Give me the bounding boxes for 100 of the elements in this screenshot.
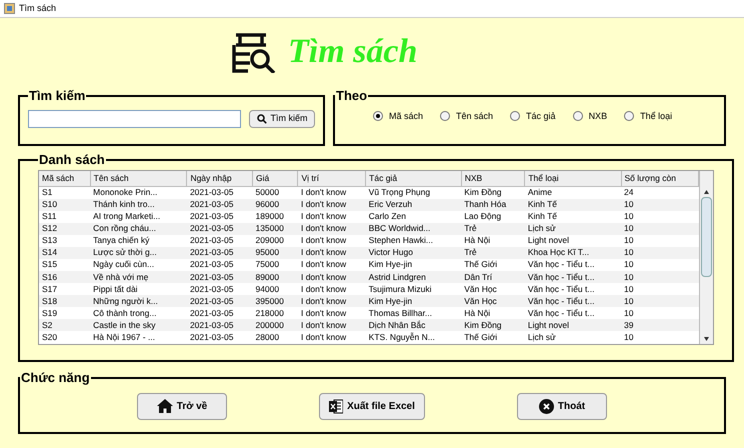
radio-option[interactable]: NXB: [572, 110, 608, 123]
table-cell: Trẻ: [461, 247, 525, 260]
table-cell: 89000: [252, 271, 298, 284]
table-cell: Kim Hye-jin: [366, 259, 462, 272]
column-header[interactable]: Vị trí: [298, 170, 366, 186]
table-cell: Mononoke Prin...: [90, 186, 187, 200]
table-cell: 209000: [252, 235, 298, 248]
table-cell: Văn học - Tiểu t...: [524, 307, 622, 320]
radio-option[interactable]: Tên sách: [440, 110, 494, 123]
column-header[interactable]: Tác giả: [366, 170, 462, 186]
scroll-thumb[interactable]: [701, 196, 712, 276]
table-cell: S18: [39, 295, 90, 308]
table-cell: Thánh kinh tro...: [90, 199, 187, 212]
table-cell: Dân Trí: [461, 271, 525, 284]
table-cell: I don't know: [298, 283, 366, 296]
column-header[interactable]: Số lượng còn: [621, 170, 698, 186]
table-cell: I don't know: [298, 235, 366, 248]
search-field[interactable]: [28, 110, 241, 128]
table-cell: Văn học - Tiểu t...: [524, 283, 622, 296]
group-title: Theo: [335, 87, 368, 105]
table-cell: 75000: [252, 259, 298, 272]
table-cell: 2021-03-05: [186, 235, 252, 248]
table-cell: S13: [39, 235, 90, 248]
exit-button[interactable]: Thoát: [517, 392, 607, 420]
table-cell: Lao Động: [461, 211, 525, 224]
export-button[interactable]: Xuất file Excel: [319, 392, 425, 420]
search-button[interactable]: Tìm kiếm: [249, 110, 315, 128]
table-cell: 2021-03-05: [186, 283, 252, 296]
table-cell: Light novel: [524, 235, 622, 248]
table-cell: AI trong Marketi...: [90, 211, 187, 224]
table-cell: Ngày cuối cùn...: [90, 259, 187, 272]
table-cell: 189000: [252, 211, 298, 224]
radio-option[interactable]: Thể loại: [624, 110, 672, 123]
table-cell: 2021-03-05: [186, 307, 252, 320]
table-cell-text: S20: [41, 331, 58, 344]
table-cell: S10: [39, 199, 90, 212]
table-cell: Anime: [524, 186, 622, 200]
spreadsheet-icon: [329, 398, 344, 414]
column-header[interactable]: Thể loại: [524, 170, 622, 186]
table-cell: Victor Hugo: [366, 247, 462, 260]
table-cell-text: KTS. Nguyễn N...: [368, 331, 436, 344]
table-cell: 10: [621, 295, 698, 308]
table-cell: 10: [621, 271, 698, 284]
table-cell: I don't know: [298, 247, 366, 260]
table-cell: 2021-03-05: [186, 211, 252, 224]
table-cell: 10: [621, 235, 698, 248]
table-cell: 135000: [252, 223, 298, 236]
back-button[interactable]: Trở về: [137, 392, 227, 420]
table-cell: I don't know: [298, 186, 366, 200]
table-cell: I don't know: [298, 307, 366, 320]
table-cell: 10: [621, 307, 698, 320]
radio-option[interactable]: Tác giả: [510, 110, 556, 123]
table-cell: 10: [621, 283, 698, 296]
table-cell: Trẻ: [461, 223, 525, 236]
table-cell: I don't know: [298, 199, 366, 212]
radio-option[interactable]: Mã sách: [373, 110, 424, 123]
table-cell: 10: [621, 199, 698, 212]
table-cell: 2021-03-05: [186, 259, 252, 272]
table-cell: S16: [39, 271, 90, 284]
window-title: Tìm sách: [19, 2, 56, 15]
column-header[interactable]: Tên sách: [90, 170, 187, 186]
table-cell: S12: [39, 223, 90, 236]
table-cell: 95000: [252, 247, 298, 260]
table-cell: 2021-03-05: [186, 186, 252, 200]
table-cell-text: Hà Nội 1967 - ...: [92, 331, 156, 344]
table-cell: 10: [621, 211, 698, 224]
table-cell: 39: [621, 319, 698, 332]
scrollbar[interactable]: [699, 170, 713, 344]
table-cell: Pippi tất dài: [90, 283, 187, 296]
column-header[interactable]: NXB: [461, 170, 525, 186]
column-header[interactable]: Ngày nhập: [186, 170, 252, 186]
table-cell: 2021-03-05: [186, 223, 252, 236]
table-cell: Văn Học: [461, 295, 525, 308]
table-cell-text: 28000: [254, 331, 280, 344]
column-header[interactable]: Mã sách: [39, 170, 90, 186]
table-cell: Stephen Hawki...: [366, 235, 462, 248]
table-cell: S14: [39, 247, 90, 260]
table-cell: Dịch Nhân Bắc: [366, 319, 462, 332]
table-cell: Kim Hye-jin: [366, 295, 462, 308]
table-cell: Văn học - Tiểu t...: [524, 295, 622, 308]
table-cell: Về nhà với mẹ: [90, 271, 187, 284]
table-cell: Thomas Billhar...: [366, 307, 462, 320]
table-cell: Những người k...: [90, 295, 187, 308]
table-cell: Kim Đồng: [461, 186, 525, 200]
table-cell: I don't know: [298, 271, 366, 284]
group-title: Tìm kiếm: [28, 87, 86, 105]
table-cell: 10: [621, 223, 698, 236]
table-cell: 10: [621, 247, 698, 260]
table-cell: 10: [621, 259, 698, 272]
table-cell: 50000: [252, 186, 298, 200]
table-cell: S19: [39, 307, 90, 320]
table-cell: Vũ Trọng Phụng: [366, 186, 462, 200]
table-cell: Carlo Zen: [366, 211, 462, 224]
table-cell: 24: [621, 186, 698, 200]
close-icon: [538, 398, 554, 414]
column-header[interactable]: Giá: [252, 170, 298, 186]
group-title: Danh sách: [38, 151, 106, 169]
table-cell: 94000: [252, 283, 298, 296]
table-cell: Văn học - Tiểu t...: [524, 271, 622, 284]
app-icon: [4, 3, 15, 14]
